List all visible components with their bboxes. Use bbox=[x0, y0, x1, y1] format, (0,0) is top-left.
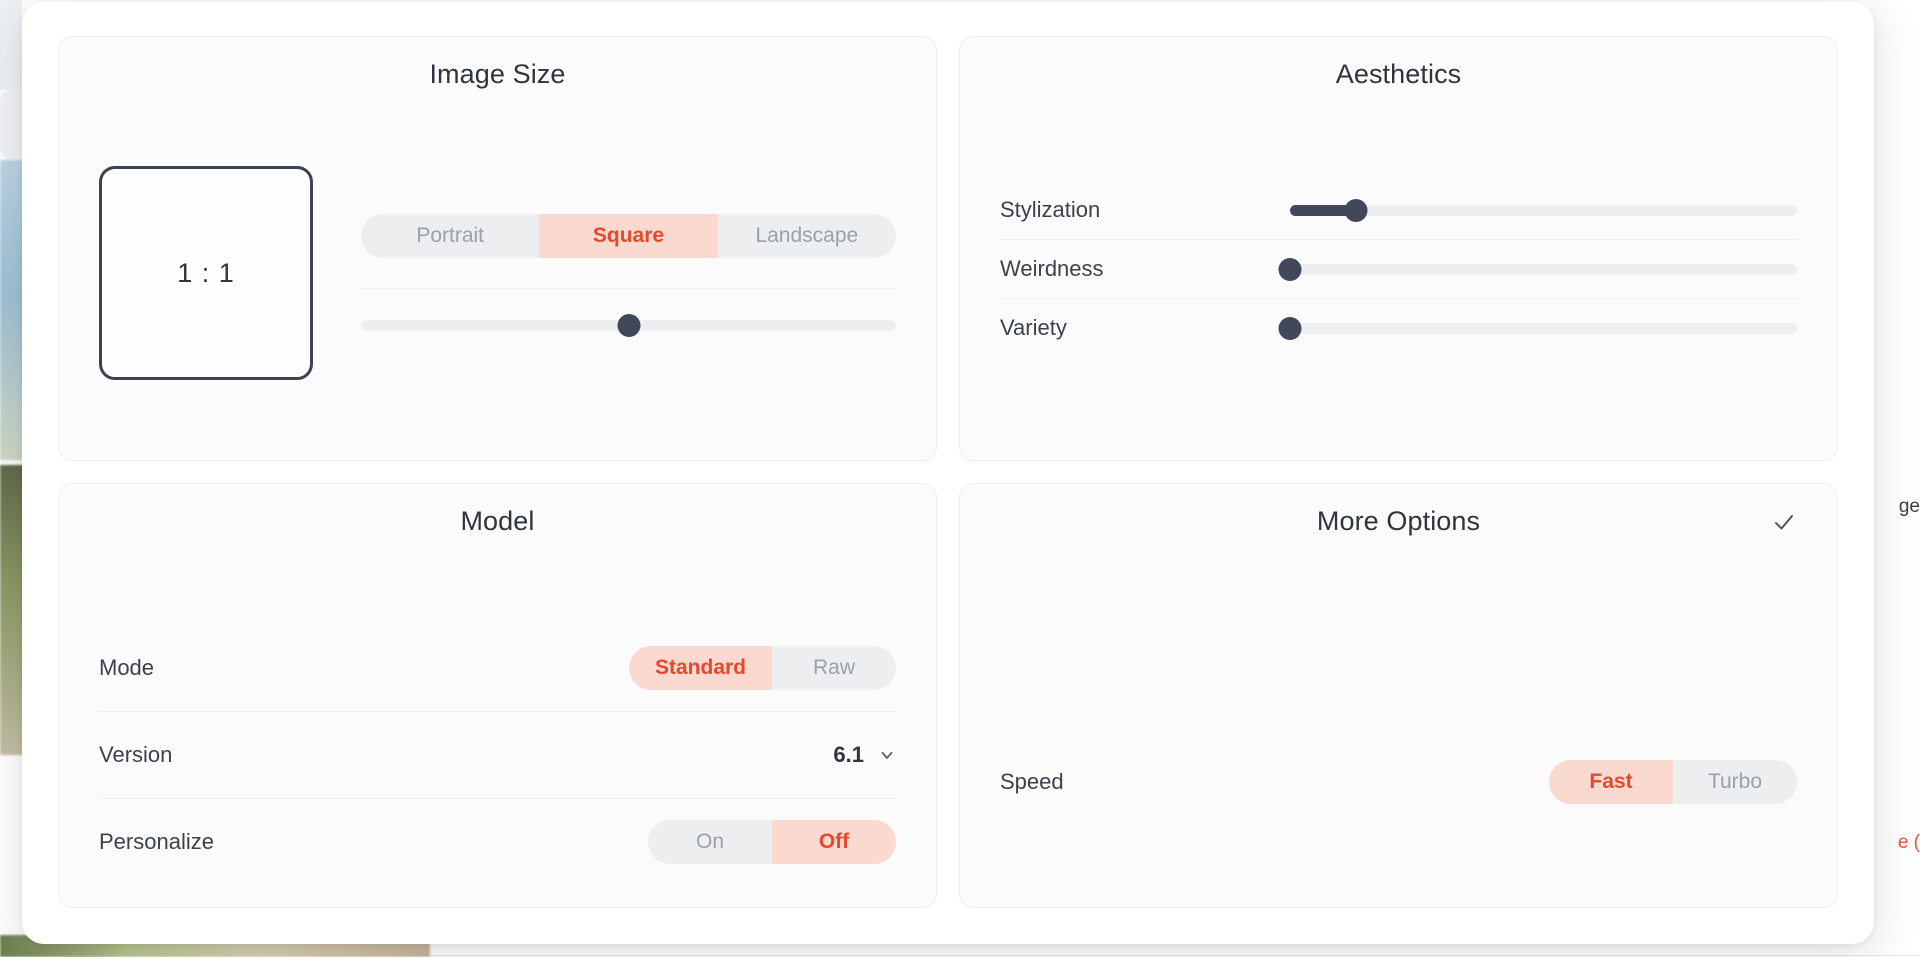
panel-aesthetics-title: Aesthetics bbox=[1000, 59, 1797, 90]
background-text-image: ge bbox=[1899, 496, 1920, 518]
aesthetics-row-variety: Variety bbox=[1000, 299, 1797, 357]
mode-toggle[interactable]: Standard Raw bbox=[629, 646, 896, 690]
panel-aesthetics: Aesthetics Stylization Weirdness bbox=[959, 36, 1838, 461]
chevron-down-icon bbox=[878, 746, 896, 764]
variety-label: Variety bbox=[1000, 315, 1270, 341]
model-row-personalize: Personalize On Off bbox=[99, 799, 896, 885]
orientation-option-square[interactable]: Square bbox=[539, 214, 717, 258]
panel-image-size: Image Size 1 : 1 Portrait Square Landsca… bbox=[58, 36, 937, 461]
image-size-divider bbox=[361, 288, 896, 289]
speed-label: Speed bbox=[1000, 769, 1064, 795]
variety-slider-track bbox=[1290, 323, 1797, 334]
model-row-version: Version 6.1 bbox=[99, 712, 896, 798]
weirdness-slider-thumb[interactable] bbox=[1279, 258, 1302, 281]
background-panel-right-top bbox=[0, 0, 22, 90]
panel-model: Model Mode Standard Raw Version 6.1 bbox=[58, 483, 937, 908]
weirdness-label: Weirdness bbox=[1000, 256, 1270, 282]
panel-more-options-title: More Options bbox=[1000, 506, 1797, 537]
variety-slider-thumb[interactable] bbox=[1279, 317, 1302, 340]
speed-toggle[interactable]: Fast Turbo bbox=[1549, 760, 1797, 804]
weirdness-slider[interactable] bbox=[1290, 262, 1797, 276]
settings-panel-grid: Image Size 1 : 1 Portrait Square Landsca… bbox=[58, 36, 1838, 908]
model-body: Mode Standard Raw Version 6.1 bbox=[99, 541, 896, 885]
panel-model-title: Model bbox=[99, 506, 896, 537]
version-value: 6.1 bbox=[833, 742, 864, 768]
variety-slider[interactable] bbox=[1290, 321, 1797, 335]
personalize-toggle[interactable]: On Off bbox=[648, 820, 896, 864]
panel-image-size-title: Image Size bbox=[99, 59, 896, 90]
speed-option-fast[interactable]: Fast bbox=[1549, 760, 1673, 804]
personalize-label: Personalize bbox=[99, 829, 214, 855]
image-size-slider[interactable] bbox=[361, 319, 896, 333]
stylization-slider-thumb[interactable] bbox=[1344, 199, 1367, 222]
orientation-segmented-control[interactable]: Portrait Square Landscape bbox=[361, 214, 896, 258]
stylization-slider[interactable] bbox=[1290, 203, 1797, 217]
check-icon[interactable] bbox=[1771, 509, 1797, 535]
model-row-mode: Mode Standard Raw bbox=[99, 625, 896, 711]
image-size-slider-thumb[interactable] bbox=[617, 314, 640, 337]
mode-label: Mode bbox=[99, 655, 154, 681]
orientation-option-portrait[interactable]: Portrait bbox=[361, 214, 539, 258]
panel-more-options: More Options Speed Fast Turbo bbox=[959, 483, 1838, 908]
orientation-option-landscape[interactable]: Landscape bbox=[718, 214, 896, 258]
version-label: Version bbox=[99, 742, 172, 768]
settings-modal: Image Size 1 : 1 Portrait Square Landsca… bbox=[22, 2, 1874, 944]
more-options-body: Speed Fast Turbo bbox=[1000, 541, 1797, 885]
image-size-controls: Portrait Square Landscape bbox=[361, 214, 896, 333]
aesthetics-body: Stylization Weirdness bbox=[1000, 94, 1797, 438]
more-options-row-speed: Speed Fast Turbo bbox=[1000, 739, 1797, 825]
weirdness-slider-track bbox=[1290, 264, 1797, 275]
aesthetics-row-weirdness: Weirdness bbox=[1000, 240, 1797, 298]
mode-option-standard[interactable]: Standard bbox=[629, 646, 772, 690]
background-text-paren: e ( bbox=[1898, 832, 1920, 854]
version-dropdown[interactable]: 6.1 bbox=[833, 742, 896, 768]
aspect-ratio-label: 1 : 1 bbox=[177, 258, 235, 289]
aspect-ratio-preview[interactable]: 1 : 1 bbox=[99, 166, 313, 380]
background-panel-right-card bbox=[0, 90, 24, 160]
more-options-title-text: More Options bbox=[1317, 506, 1480, 536]
speed-option-turbo[interactable]: Turbo bbox=[1673, 760, 1797, 804]
personalize-option-off[interactable]: Off bbox=[772, 820, 896, 864]
mode-option-raw[interactable]: Raw bbox=[772, 646, 896, 690]
stylization-label: Stylization bbox=[1000, 197, 1270, 223]
image-size-body: 1 : 1 Portrait Square Landscape bbox=[99, 94, 896, 438]
personalize-option-on[interactable]: On bbox=[648, 820, 772, 864]
aesthetics-row-stylization: Stylization bbox=[1000, 181, 1797, 239]
